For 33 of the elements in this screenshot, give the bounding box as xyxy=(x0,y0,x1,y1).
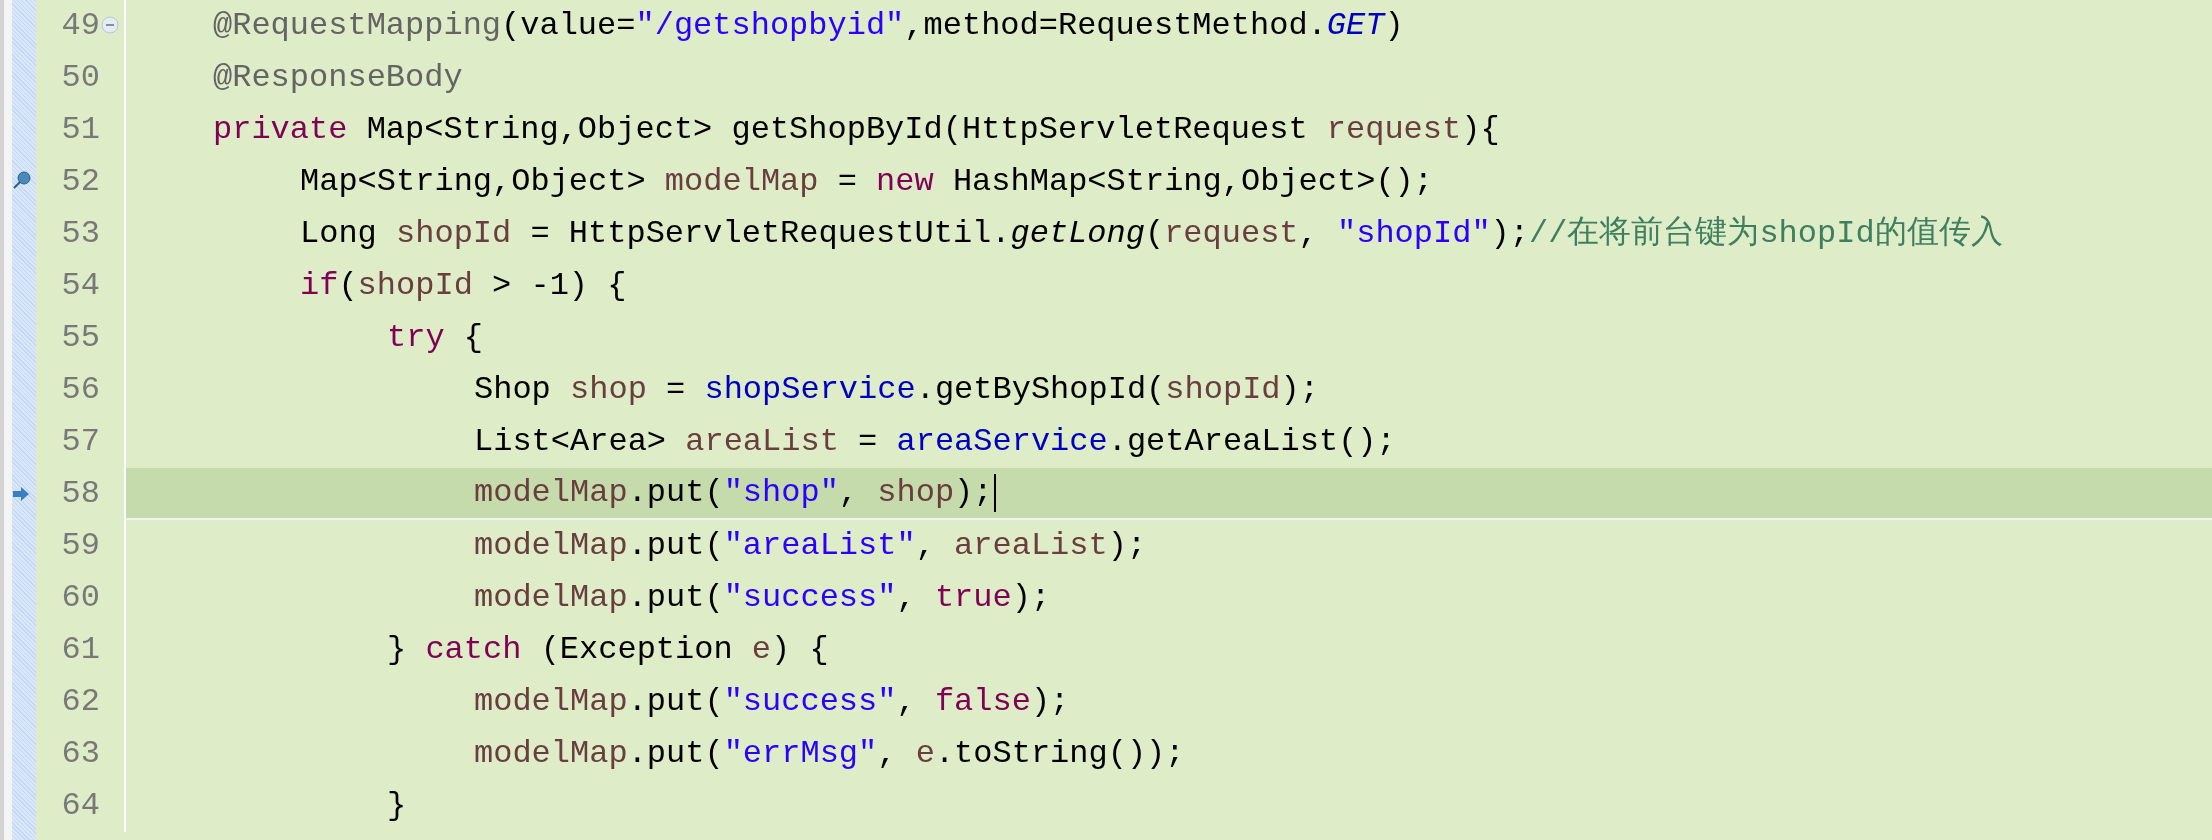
line-number: 52 xyxy=(60,162,100,202)
line-number: 51 xyxy=(60,110,100,150)
line-number: 49 xyxy=(60,6,100,46)
code-line: if(shopId > -1) { xyxy=(299,266,628,306)
line-number: 59 xyxy=(60,526,100,566)
code-line: Long shopId = HttpServletRequestUtil.getLong(request, "shopId");//在将前台键为shopId的值传入 xyxy=(299,214,2004,254)
line-number: 64 xyxy=(60,786,100,826)
line-number: 63 xyxy=(60,734,100,774)
line-number: 50 xyxy=(60,58,100,98)
line-number: 58 xyxy=(60,474,100,514)
line-number: 62 xyxy=(60,682,100,722)
code-line: Map<String,Object> modelMap = new HashMap<String,Object>(); xyxy=(299,162,1434,202)
code-line: modelMap.put("success", false); xyxy=(473,682,1071,722)
line-number: 54 xyxy=(60,266,100,306)
collapse-icon[interactable] xyxy=(101,16,119,34)
code-line: try { xyxy=(386,318,484,358)
text-cursor xyxy=(994,474,997,512)
code-line: modelMap.put("areaList", areaList); xyxy=(473,526,1148,566)
code-line: @RequestMapping(value="/getshopbyid",method=RequestMethod.GET) xyxy=(212,6,1405,46)
code-line: Shop shop = shopService.getByShopId(shopId); xyxy=(473,370,1320,410)
code-line: modelMap.put("success", true); xyxy=(473,578,1052,618)
code-line: } xyxy=(386,786,408,826)
code-line: private Map<String,Object> getShopById(HttpServletRequest request){ xyxy=(212,110,1501,150)
code-line: } catch (Exception e) { xyxy=(386,630,830,670)
code-line: modelMap.put("errMsg", e.toString()); xyxy=(473,734,1186,774)
line-number: 56 xyxy=(60,370,100,410)
code-line: List<Area> areaList = areaService.getAreaList(); xyxy=(473,422,1397,462)
line-number: 61 xyxy=(60,630,100,670)
line-number: 60 xyxy=(60,578,100,618)
code-line: @ResponseBody xyxy=(212,58,464,98)
line-number: 57 xyxy=(60,422,100,462)
line-number: 53 xyxy=(60,214,100,254)
line-number: 55 xyxy=(60,318,100,358)
